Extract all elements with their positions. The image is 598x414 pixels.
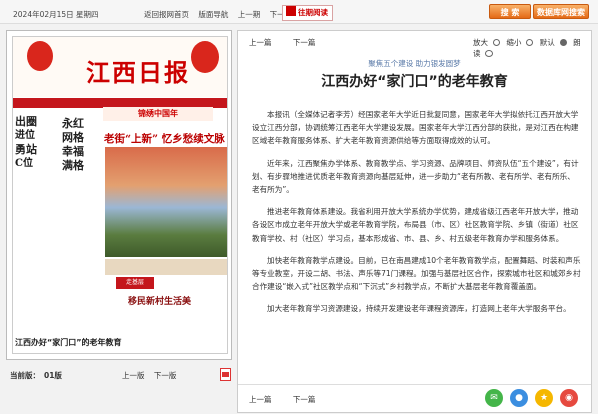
headline-line: 出圈 [15,115,37,128]
lantern-decoration [27,41,53,71]
zoom-in-option[interactable]: 放大 [473,38,500,47]
section-tag: 走基层 [116,277,154,289]
section-nav-link[interactable]: 版面导航 [198,10,228,19]
calendar-icon [286,6,296,16]
archive-label: 往期阅读 [298,8,328,17]
article-paragraph: 近年来，江西聚焦办学体系、教育教学点、学习资源、品牌项目、师资队伍“五个建设”，… [252,158,579,195]
radio-selected-icon [559,39,567,46]
speaker-icon [484,50,493,57]
default-size-label: 默认 [539,38,555,47]
article-title: 江西办好“家门口”的老年教育 [321,74,508,90]
headline-line: 进位 [15,130,35,141]
mid-column-headline[interactable]: 永红 网格 幸福 满格 [62,117,102,173]
qzone-icon[interactable]: ★ [535,389,553,407]
headline-line: 勇站 [15,143,37,156]
headline-line: 网格 [62,131,84,144]
left-column-headline[interactable]: 出圈 进位 勇站 C位 [15,115,59,171]
current-page: 当前版： 01版 [10,370,62,381]
newspaper-page-image[interactable]: 江西日报 锦绣中国年 出圈 进位 勇站 C位 永红 网格 幸福 满格 老街“上新… [12,36,228,354]
zoom-in-label: 放大 [473,38,488,47]
headline-line: 永红 [62,117,84,130]
qq-icon[interactable]: ● [510,389,528,407]
article-paragraph: 本报讯（全媒体记者李芳）经国家老年大学近日批复同意，国家老年大学拟依托江西开放大… [252,110,579,146]
article-footer: 上一篇 下一篇 ✉ ● ★ ◉ [238,384,591,414]
article-kicker: 聚焦五个建设 助力银发圆梦 [368,59,461,68]
issue-date: 2024年02月15日 星期四 [13,10,99,19]
current-page-label: 当前版： [10,371,40,380]
festival-banner: 锦绣中国年 [103,107,213,121]
prev-article-link[interactable]: 上一篇 [249,38,272,47]
photo-caption-area [105,259,227,275]
masthead: 江西日报 [13,37,227,97]
top-bar: 2024年02月15日 星期四 返回报网首页 版面导航 上一期 下一期 往期阅读… [0,0,598,24]
prev-article-link[interactable]: 上一篇 [249,395,272,404]
weibo-icon[interactable]: ◉ [560,389,578,407]
article-paragraph: 加大老年教育学习资源建设，持续开发建设老年课程资源库，打造网上老年大学服务平台。 [267,304,571,314]
wechat-icon[interactable]: ✉ [485,389,503,407]
bottom-headline[interactable]: 江西办好“家门口”的老年教育 [15,337,122,348]
lantern-decoration [191,41,219,73]
next-page-link[interactable]: 下一版 [154,371,177,380]
pdf-icon[interactable] [220,368,231,381]
lead-photo[interactable] [105,147,227,257]
default-size-option[interactable]: 默认 [540,38,567,47]
next-article-link[interactable]: 下一篇 [293,38,316,47]
article-panel: 上一篇 下一篇 放大 缩小 默认 朗读 聚焦五个建设 助力银发圆梦 江西办好“家… [237,30,592,413]
top-nav: 返回报网首页 版面导航 上一期 下一期 [144,9,299,20]
radio-icon [493,39,500,46]
sub-headline[interactable]: 移民新村生活美 [128,294,191,307]
page-pager: 上一版 下一版 [122,370,183,381]
home-link[interactable]: 返回报网首页 [144,10,189,19]
archive-button[interactable]: 往期阅读 [282,5,333,21]
newspaper-logo: 江西日报 [86,58,190,87]
zoom-out-label: 缩小 [506,38,522,47]
zoom-out-option[interactable]: 缩小 [506,38,534,47]
article-paragraph: 推进老年教育体系建设。我省利用开放大学系统办学优势，建成省级江西老年开放大学，推… [252,207,579,243]
current-page-value: 01版 [44,371,62,380]
search-button[interactable]: 搜 索 [489,4,531,19]
headline-line: 满格 [62,159,84,172]
prev-page-link[interactable]: 上一版 [122,371,145,380]
article-paragraph: 加快老年教育教学点建设。目前，已在南昌建成10个老年教育教学点，配置舞蹈、时装和… [252,255,581,292]
lead-headline[interactable]: 老街“上新” 忆乡愁续文脉 [104,131,225,146]
article-toolbar: 上一篇 下一篇 放大 缩小 默认 朗读 [238,31,591,58]
page-thumbnail-panel: 江西日报 锦绣中国年 出圈 进位 勇站 C位 永红 网格 幸福 满格 老街“上新… [6,30,232,360]
radio-icon [526,39,534,46]
prev-issue-link[interactable]: 上一期 [238,10,261,19]
article-body: 本报讯（全媒体记者李芳）经国家老年大学近日批复同意，国家老年大学拟依托江西开放大… [252,108,582,380]
headline-line: C位 [15,158,33,169]
next-article-link[interactable]: 下一篇 [293,395,316,404]
headline-line: 幸福 [62,145,84,158]
search-all-button[interactable]: 数据库网搜索 [533,4,589,19]
page-footer: 当前版： 01版 上一版 下一版 [6,362,232,413]
